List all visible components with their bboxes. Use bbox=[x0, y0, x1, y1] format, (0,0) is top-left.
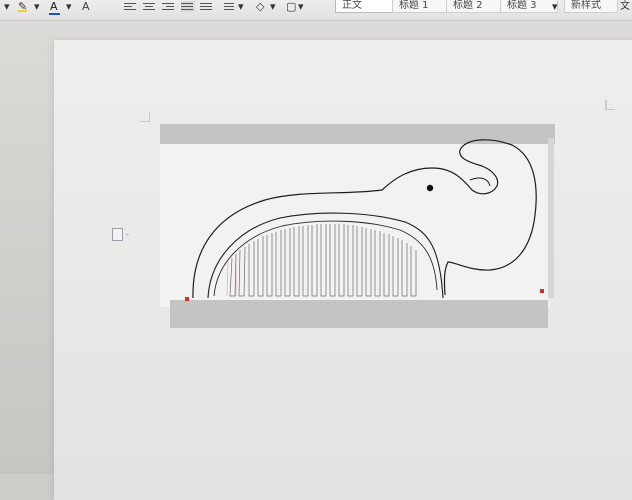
comb-teeth-red-trace bbox=[226, 254, 237, 297]
trunk-curl bbox=[469, 177, 491, 187]
comb-spine-outer bbox=[207, 212, 444, 299]
selection-handle[interactable] bbox=[185, 297, 189, 301]
elephant-eye bbox=[426, 184, 434, 192]
selection-handle[interactable] bbox=[540, 289, 544, 293]
elephant-comb-drawing[interactable] bbox=[0, 0, 632, 474]
